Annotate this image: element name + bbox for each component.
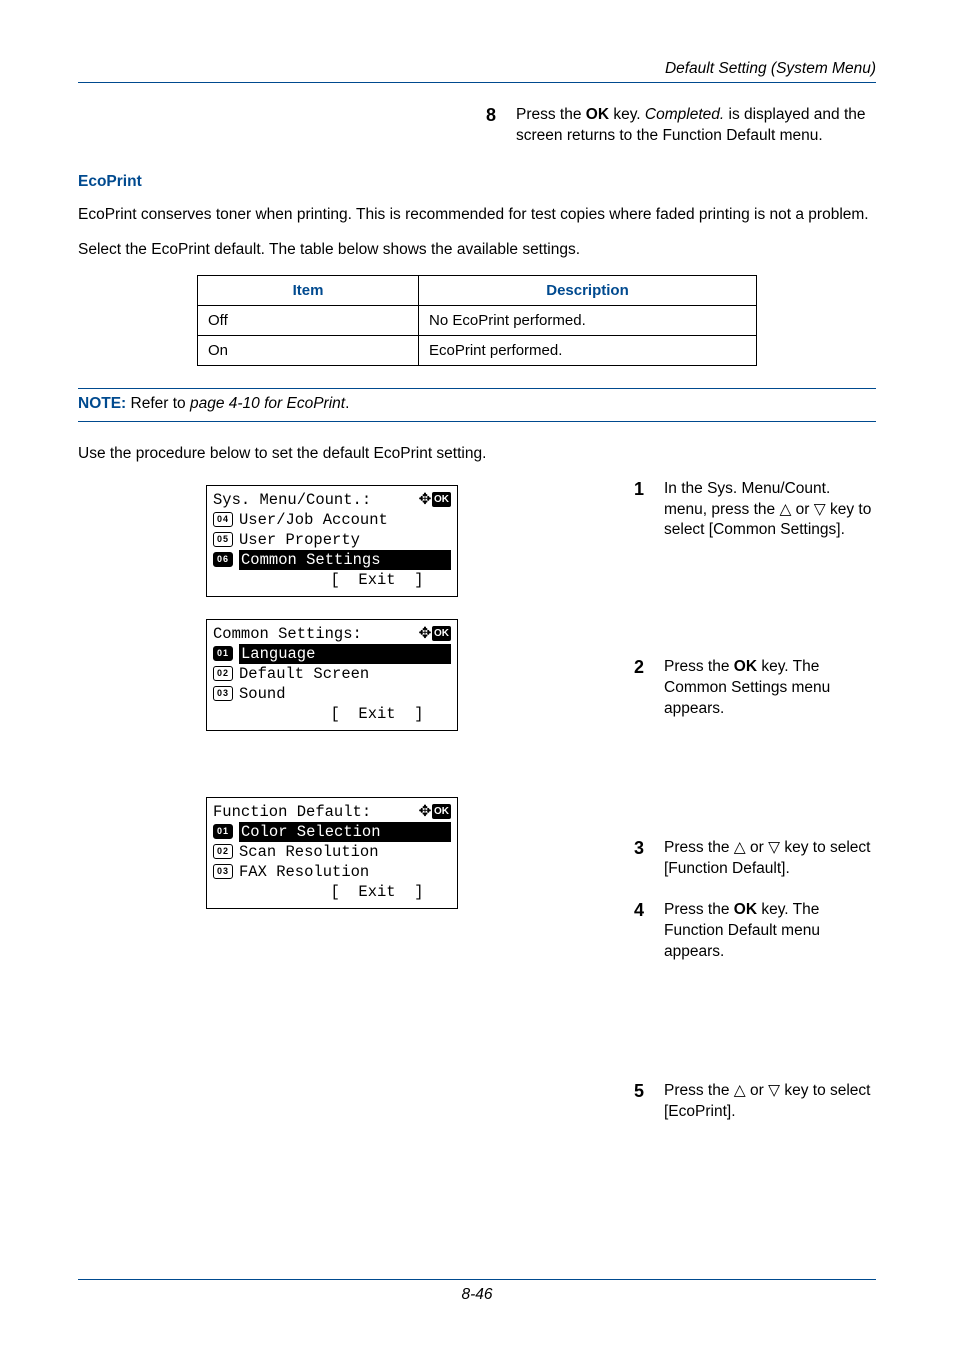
nav-arrows-icon: ✥: [418, 490, 432, 510]
step-4: 4 Press the OK key. The Function Default…: [634, 900, 876, 963]
up-arrow-icon: △: [734, 1082, 746, 1099]
menu-num-badge: 03: [213, 686, 233, 701]
table-row: Off No EcoPrint performed.: [198, 305, 757, 335]
ok-icon: OK: [432, 804, 451, 819]
procedure-intro: Use the procedure below to set the defau…: [78, 444, 876, 465]
paragraph: Select the EcoPrint default. The table b…: [78, 240, 876, 261]
step-number: 8: [486, 105, 516, 147]
step-3: 3 Press the △ or ▽ key to select [Functi…: [634, 838, 876, 880]
page-footer: 8-46: [78, 1279, 876, 1304]
menu-num-badge: 06: [213, 552, 233, 567]
menu-num-badge: 03: [213, 864, 233, 879]
step-2: 2 Press the OK key. The Common Settings …: [634, 657, 876, 720]
step-text: Press the OK key. Completed. is displaye…: [516, 105, 876, 147]
paragraph: EcoPrint conserves toner when printing. …: [78, 205, 876, 226]
nav-arrows-icon: ✥: [418, 802, 432, 822]
note-label: NOTE:: [78, 395, 126, 412]
ecoprint-heading: EcoPrint: [78, 173, 876, 191]
page: Default Setting (System Menu) 8 Press th…: [0, 0, 954, 1350]
table-header-description: Description: [419, 275, 757, 305]
down-arrow-icon: ▽: [814, 501, 826, 518]
menu-num-badge: 02: [213, 666, 233, 681]
ok-icon: OK: [432, 492, 451, 507]
lcd-panel-function-default: Function Default: ✥ OK 01Color Selection…: [206, 797, 458, 909]
up-arrow-icon: △: [734, 839, 746, 856]
left-column: Sys. Menu/Count.: ✥ OK 04User/Job Accoun…: [78, 479, 586, 1143]
menu-num-badge: 01: [213, 824, 233, 839]
ecoprint-table: Item Description Off No EcoPrint perform…: [197, 275, 757, 366]
right-column: 1 In the Sys. Menu/Count. menu, press th…: [634, 479, 876, 1143]
down-arrow-icon: ▽: [768, 839, 780, 856]
step-8: 8 Press the OK key. Completed. is displa…: [486, 105, 876, 147]
step-1: 1 In the Sys. Menu/Count. menu, press th…: [634, 479, 876, 542]
two-column: Sys. Menu/Count.: ✥ OK 04User/Job Accoun…: [78, 479, 876, 1143]
lcd-panel-sys-menu: Sys. Menu/Count.: ✥ OK 04User/Job Accoun…: [206, 485, 458, 597]
page-header: Default Setting (System Menu): [78, 60, 876, 83]
table-row: On EcoPrint performed.: [198, 335, 757, 365]
menu-num-badge: 05: [213, 532, 233, 547]
ok-icon: OK: [432, 626, 451, 641]
note: NOTE: Refer to page 4-10 for EcoPrint.: [78, 388, 876, 422]
menu-num-badge: 02: [213, 844, 233, 859]
menu-num-badge: 04: [213, 512, 233, 527]
nav-arrows-icon: ✥: [418, 624, 432, 644]
step-5: 5 Press the △ or ▽ key to select [EcoPri…: [634, 1081, 876, 1123]
down-arrow-icon: ▽: [768, 1082, 780, 1099]
up-arrow-icon: △: [779, 501, 791, 518]
table-header-item: Item: [198, 275, 419, 305]
menu-num-badge: 01: [213, 646, 233, 661]
lcd-panel-common-settings: Common Settings: ✥ OK 01Language 02Defau…: [206, 619, 458, 731]
